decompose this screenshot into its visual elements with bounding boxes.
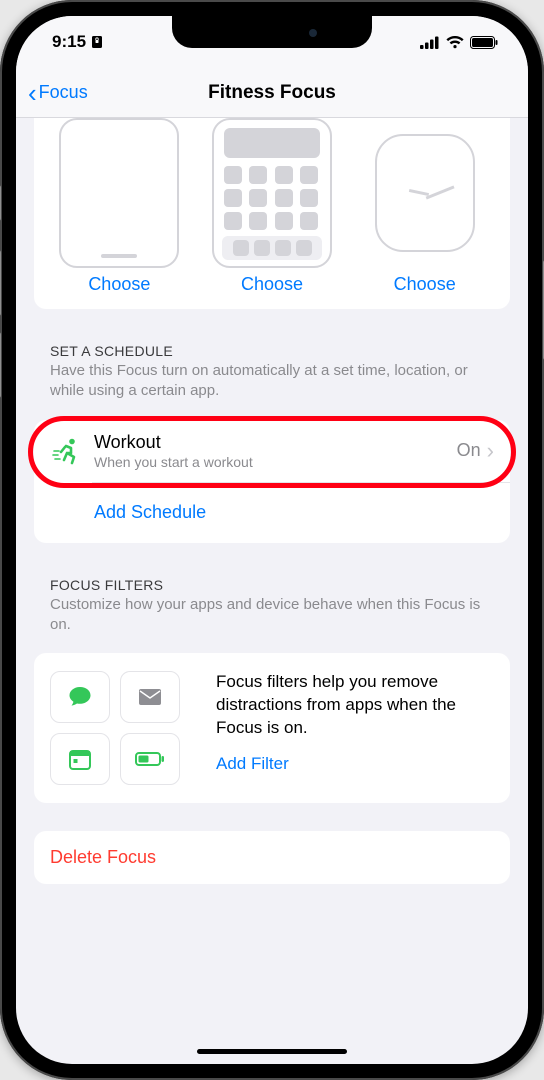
home-screen-choose-label: Choose [241,274,303,295]
chevron-left-icon: ‹ [28,80,37,106]
calendar-filter-icon [50,733,110,785]
workout-row-title: Workout [94,432,457,453]
workout-row-status: On [457,440,481,461]
screen: 9:15 [16,16,528,1064]
status-time: 9:15 [52,32,86,52]
back-button[interactable]: ‹ Focus [28,80,88,106]
portrait-lock-icon [90,35,104,49]
battery-icon [470,36,498,49]
filters-body-text: Focus filters help you remove distractio… [216,671,494,740]
page-title: Fitness Focus [16,82,528,104]
messages-filter-icon [50,671,110,723]
add-schedule-label: Add Schedule [94,502,494,523]
filters-section-desc: Customize how your apps and device behav… [50,595,494,636]
content-scroll[interactable]: Choose Choose [16,118,528,1064]
customize-screens-card: Choose Choose [34,118,510,309]
home-screen-option[interactable]: Choose [201,118,344,295]
filter-icons-grid [50,671,200,785]
workout-row-subtitle: When you start a workout [94,454,457,470]
schedule-section-title: SET A SCHEDULE [50,343,494,359]
lock-screen-option[interactable]: Choose [48,118,191,295]
phone-frame: 9:15 [0,0,544,1080]
workout-schedule-row[interactable]: Workout When you start a workout On › [34,420,510,482]
volume-down-button [0,332,1,398]
watch-face-preview [375,134,475,252]
battery-filter-icon [120,733,180,785]
add-schedule-row[interactable]: Add Schedule [34,483,510,543]
mute-switch [0,185,1,221]
notch [172,16,372,48]
volume-up-button [0,250,1,316]
add-filter-button[interactable]: Add Filter [216,754,494,774]
filters-section-title: FOCUS FILTERS [50,577,494,593]
schedule-section-desc: Have this Focus turn on automatically at… [50,361,494,402]
watch-face-choose-label: Choose [394,274,456,295]
filters-card: Focus filters help you remove distractio… [34,653,510,803]
delete-focus-row[interactable]: Delete Focus [34,831,510,884]
schedule-card: Workout When you start a workout On › Ad… [34,420,510,543]
lock-screen-preview [59,118,179,268]
back-label: Focus [39,82,88,103]
delete-focus-label: Delete Focus [50,847,494,868]
home-indicator[interactable] [197,1049,347,1054]
filters-section-header: FOCUS FILTERS Customize how your apps an… [16,555,528,642]
watch-face-option[interactable]: Choose [353,118,496,295]
nav-bar: ‹ Focus Fitness Focus [16,68,528,118]
home-screen-preview [212,118,332,268]
wifi-icon [446,36,464,49]
lock-screen-choose-label: Choose [88,274,150,295]
mail-filter-icon [120,671,180,723]
cellular-signal-icon [420,36,440,49]
schedule-section-header: SET A SCHEDULE Have this Focus turn on a… [16,321,528,408]
workout-icon [50,436,84,466]
chevron-right-icon: › [487,438,494,464]
